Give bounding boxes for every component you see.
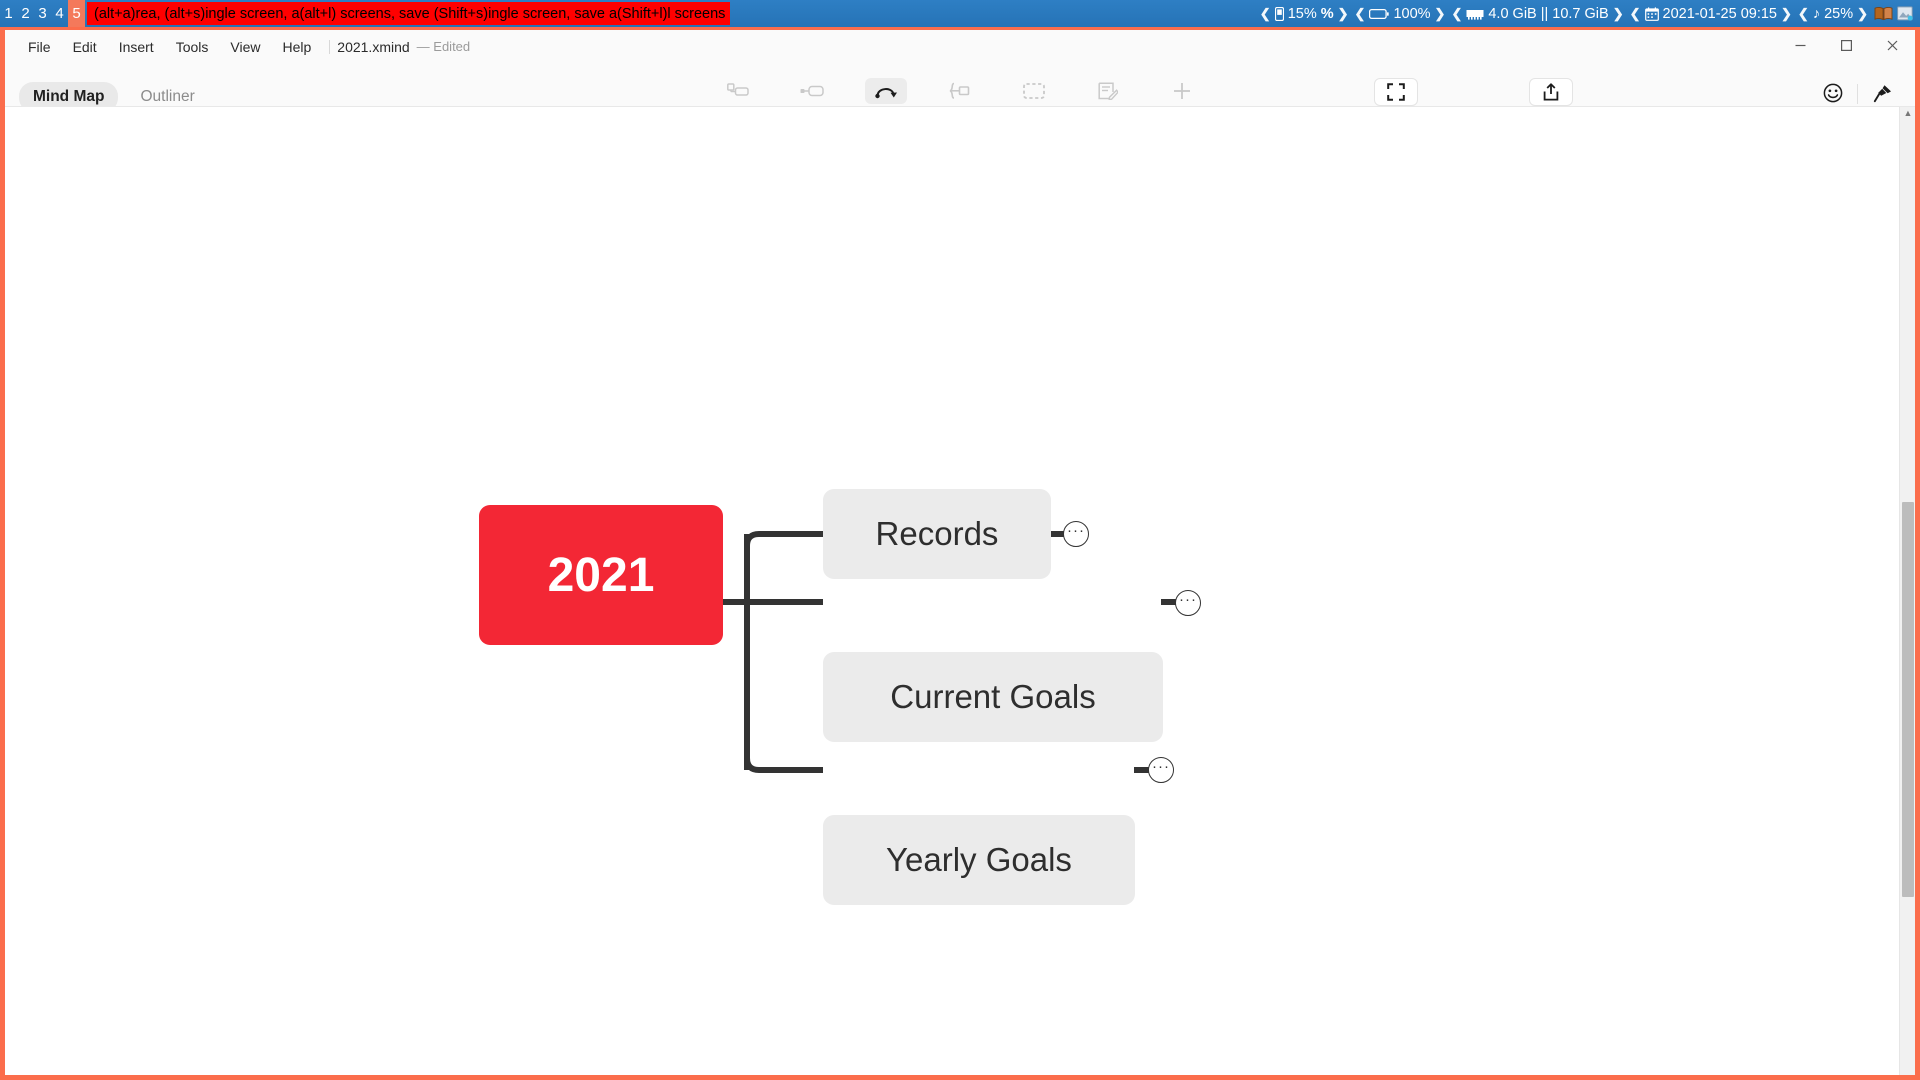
memory-separator: || [1540, 5, 1549, 22]
chevron-right-icon[interactable]: ❯ [1613, 6, 1624, 22]
note-edit-icon-box [1087, 78, 1129, 104]
scrollbar-up-arrow[interactable]: ▲ [1903, 109, 1913, 118]
brush-pin-icon-box [1861, 80, 1905, 106]
fullscreen-icon [1387, 83, 1405, 101]
subtopic-icon-box [791, 78, 833, 104]
document-name: 2021.xmind [337, 38, 410, 55]
menu-bar: File Edit Insert Tools View Help 2021.xm… [5, 30, 1915, 63]
minimize-button[interactable] [1777, 30, 1823, 60]
chevron-right-icon[interactable]: ❯ [1338, 6, 1349, 22]
menu-help[interactable]: Help [271, 35, 322, 59]
chevron-left-icon[interactable]: ❮ [1798, 6, 1809, 22]
system-tray: ❮ 15% % ❯ ❮ 100% ❯ ❮ 4.0 GiB || 10.7 GiB… [1257, 0, 1920, 27]
chevron-right-icon[interactable]: ❯ [1857, 6, 1868, 22]
memory-total: 10.7 GiB [1552, 5, 1609, 22]
battery-icon [1369, 8, 1390, 20]
mindmap-node-records[interactable]: Records [823, 489, 1051, 579]
os-window-title: (alt+a)rea, (alt+s)ingle screen, a(alt+l… [87, 2, 731, 25]
boundary-icon [1023, 83, 1045, 99]
expander-current-goals[interactable]: ··· [1175, 590, 1201, 616]
mindmap-node-current-goals-label: Current Goals [890, 678, 1096, 715]
chevron-left-icon[interactable]: ❮ [1451, 6, 1462, 22]
relationship-icon [875, 88, 897, 99]
xmind-window: File Edit Insert Tools View Help 2021.xm… [0, 27, 1920, 1080]
mindmap-node-yearly-goals-label: Yearly Goals [886, 841, 1072, 878]
menu-edit[interactable]: Edit [62, 35, 108, 59]
topic-icon-box [717, 78, 759, 104]
menu-divider [329, 39, 331, 54]
scrollbar-thumb[interactable] [1902, 502, 1914, 897]
menu-view[interactable]: View [219, 35, 271, 59]
workspace-list: 1 2 3 4 5 [0, 0, 85, 27]
maximize-button[interactable] [1823, 30, 1869, 60]
menu-file[interactable]: File [17, 35, 62, 59]
mindmap-root-label: 2021 [547, 548, 655, 602]
cpu-percent-sign: % [1320, 5, 1334, 22]
chevron-left-icon[interactable]: ❮ [1630, 6, 1641, 22]
chevron-right-icon[interactable]: ❯ [1781, 6, 1792, 22]
tray-battery[interactable]: ❮ 100% ❯ [1352, 0, 1449, 27]
tray-volume[interactable]: ❮ ♪ 25% ❯ [1795, 0, 1871, 27]
expander-yearly-goals[interactable]: ··· [1148, 757, 1174, 783]
relationship-icon-box [865, 78, 907, 104]
workspace-1[interactable]: 1 [0, 0, 17, 27]
mindmap-connectors [721, 531, 1177, 773]
summary-icon [949, 82, 970, 99]
plus-icon [1174, 83, 1190, 99]
vertical-scrollbar[interactable]: ▲ [1899, 107, 1915, 1075]
mindmap-canvas[interactable]: 2021 Records ··· Current Goals ··· Yearl… [5, 107, 1915, 1075]
workspace-2[interactable]: 2 [17, 0, 34, 27]
cpu-value: 15% [1287, 5, 1317, 22]
plus-icon-box [1161, 78, 1203, 104]
subtopic-icon [800, 85, 824, 97]
tray-apps [1871, 0, 1916, 27]
clock-value: 2021-01-25 09:15 [1662, 5, 1778, 22]
chevron-right-icon[interactable]: ❯ [1435, 6, 1446, 22]
workspace-5-active[interactable]: 5 [68, 0, 85, 27]
battery-value: 100% [1393, 5, 1431, 22]
menu-tools[interactable]: Tools [165, 35, 220, 59]
workspace-4[interactable]: 4 [51, 0, 68, 27]
os-status-bar: 1 2 3 4 5 (alt+a)rea, (alt+s)ingle scree… [0, 0, 1920, 27]
chevron-left-icon[interactable]: ❮ [1355, 6, 1366, 22]
fullscreen-icon-box [1374, 78, 1418, 106]
share-upload-icon-box [1529, 78, 1573, 106]
volume-value: 25% [1824, 5, 1854, 22]
chevron-left-icon[interactable]: ❮ [1260, 6, 1271, 22]
share-upload-icon [1543, 83, 1559, 101]
document-status: — Edited [416, 39, 471, 54]
book-icon[interactable] [1874, 6, 1893, 21]
mindmap-root-node[interactable]: 2021 [479, 505, 723, 645]
workspace-3[interactable]: 3 [34, 0, 51, 27]
expander-records[interactable]: ··· [1063, 521, 1089, 547]
cpu-icon [1274, 6, 1284, 21]
calendar-icon [1644, 6, 1659, 21]
mindmap-node-records-label: Records [875, 515, 999, 552]
tray-cpu[interactable]: ❮ 15% % ❯ [1257, 0, 1352, 27]
app-toolbar: File Edit Insert Tools View Help 2021.xm… [5, 30, 1915, 124]
mindmap-node-yearly-goals[interactable]: Yearly Goals [823, 815, 1135, 905]
menu-insert[interactable]: Insert [108, 35, 165, 59]
memory-used: 4.0 GiB [1488, 5, 1537, 22]
tray-memory[interactable]: ❮ 4.0 GiB || 10.7 GiB ❯ [1448, 0, 1626, 27]
picture-icon[interactable] [1897, 6, 1913, 21]
boundary-icon-box [1013, 78, 1055, 104]
window-controls [1777, 30, 1915, 60]
music-note-icon: ♪ [1812, 5, 1821, 22]
smiley-icon [1823, 83, 1842, 103]
tray-clock[interactable]: ❮ 2021-01-25 09:15 ❯ [1627, 0, 1795, 27]
close-button[interactable] [1869, 30, 1915, 60]
mindmap-node-current-goals[interactable]: Current Goals [823, 652, 1163, 742]
note-edit-icon [1098, 82, 1118, 100]
smiley-icon-box [1811, 80, 1855, 106]
memory-icon [1466, 8, 1484, 20]
topic-icon [727, 83, 749, 96]
brush-pin-icon [1873, 85, 1891, 103]
summary-icon-box [939, 78, 981, 104]
